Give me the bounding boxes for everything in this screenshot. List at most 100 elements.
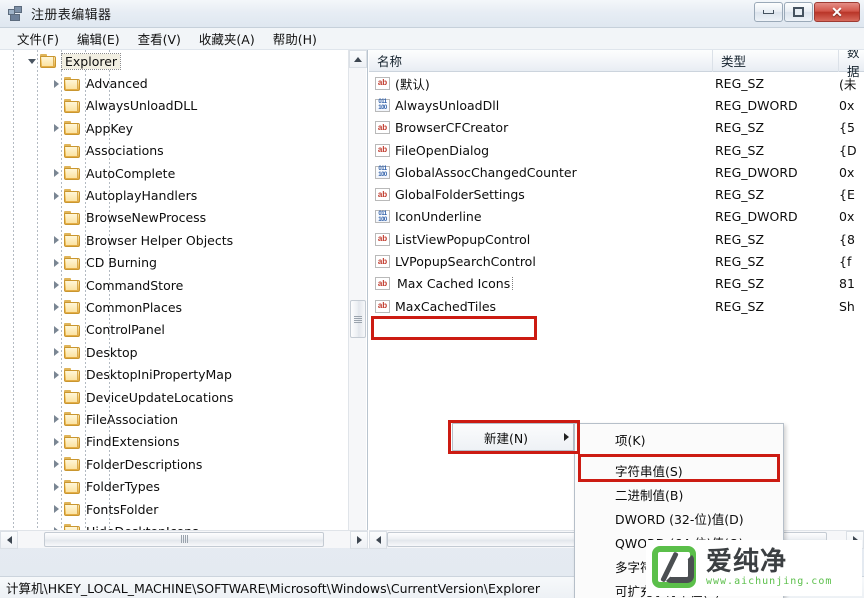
expander-closed-icon[interactable] [48, 120, 64, 136]
column-header-type[interactable]: 类型 [713, 50, 839, 72]
menu-favorites[interactable]: 收藏夹(A) [190, 27, 264, 50]
folder-icon [64, 166, 81, 181]
column-header-data[interactable]: 数据 [839, 50, 864, 79]
context-menu-item[interactable]: 项(K) [575, 427, 783, 451]
expander-closed-icon[interactable] [48, 76, 64, 92]
expander-closed-icon[interactable] [48, 165, 64, 181]
tree-item-label: FolderTypes [86, 479, 160, 495]
expander-closed-icon[interactable] [48, 277, 64, 293]
tree-item-deviceupdatelocations[interactable]: DeviceUpdateLocations [0, 386, 349, 408]
hscroll-track[interactable] [18, 531, 350, 549]
value-name-text: MaxCachedTiles [395, 298, 497, 314]
tree-item-cd-burning[interactable]: CD Burning [0, 252, 349, 274]
expander-closed-icon[interactable] [48, 322, 64, 338]
menu-edit[interactable]: 编辑(E) [68, 27, 129, 50]
tree-item-folderdescriptions[interactable]: FolderDescriptions [0, 453, 349, 475]
column-header-row: 名称 类型 数据 [369, 50, 864, 79]
tree-item-fontsfolder[interactable]: FontsFolder [0, 498, 349, 520]
expander-closed-icon[interactable] [48, 232, 64, 248]
hscroll-left-button[interactable] [0, 530, 18, 549]
tree-item-associations[interactable]: Associations [0, 140, 349, 162]
expander-closed-icon[interactable] [48, 344, 64, 360]
expander-none [48, 143, 64, 159]
tree-item-browsenewprocess[interactable]: BrowseNewProcess [0, 207, 349, 229]
close-button[interactable]: ✕ [814, 2, 860, 22]
tree-item-controlpanel[interactable]: ControlPanel [0, 319, 349, 341]
expander-open-icon[interactable] [24, 53, 40, 69]
folder-icon [64, 322, 81, 337]
context-menu-item[interactable]: 二进制值(B) [575, 482, 783, 506]
value-data-cell: Sh [839, 298, 855, 314]
table-row[interactable]: ab GlobalFolderSettings REG_SZ {E [369, 183, 864, 205]
menu-view[interactable]: 查看(V) [129, 27, 190, 50]
expander-closed-icon[interactable] [48, 479, 64, 495]
string-value-icon: ab [375, 277, 390, 291]
tree-vertical-scrollbar[interactable] [348, 50, 367, 548]
column-header-name[interactable]: 名称 [369, 50, 713, 72]
folder-icon [64, 457, 81, 472]
tree-item-appkey[interactable]: AppKey [0, 117, 349, 139]
value-type-cell: REG_DWORD [715, 209, 798, 225]
table-row[interactable]: 011 100 IconUnderline REG_DWORD 0x [369, 206, 864, 228]
maximize-button[interactable] [784, 2, 813, 22]
value-type-cell: REG_SZ [715, 142, 765, 158]
minimize-button[interactable] [754, 2, 783, 22]
tree-item-findextensions[interactable]: FindExtensions [0, 431, 349, 453]
tree-item-label: CD Burning [86, 255, 157, 271]
folder-icon [64, 412, 81, 427]
expander-closed-icon[interactable] [48, 188, 64, 204]
value-name-cell: GlobalFolderSettings [395, 187, 713, 202]
table-row[interactable]: ab (默认) REG_SZ (未 [369, 72, 864, 94]
table-row[interactable]: ab Max Cached Icons REG_SZ 81 [369, 273, 864, 295]
value-type-cell: REG_SZ [715, 75, 765, 91]
tree-item-alwaysunloaddll[interactable]: AlwaysUnloadDLL [0, 95, 349, 117]
tree-item-fileassociation[interactable]: FileAssociation [0, 408, 349, 430]
registry-tree-pane[interactable]: Explorer Advanced AlwaysUnloadDLL AppKey Ass… [0, 50, 368, 548]
tree-item-desktop[interactable]: Desktop [0, 341, 349, 363]
menu-help[interactable]: 帮助(H) [264, 27, 326, 50]
tree-item-advanced[interactable]: Advanced [0, 72, 349, 94]
expander-closed-icon[interactable] [48, 501, 64, 517]
scrollbar-thumb[interactable] [350, 300, 366, 338]
context-menu-item[interactable]: DWORD (32-位)值(D) [575, 506, 783, 530]
tree-item-commandstore[interactable]: CommandStore [0, 274, 349, 296]
expander-closed-icon[interactable] [48, 411, 64, 427]
tree-item-label: ControlPanel [86, 322, 165, 338]
menu-file[interactable]: 文件(F) [8, 27, 68, 50]
tree-item-autocomplete[interactable]: AutoComplete [0, 162, 349, 184]
context-menu-new-item[interactable]: 新建(N) [452, 423, 574, 451]
table-row[interactable]: 011 100 GlobalAssocChangedCounter REG_DWORD… [369, 161, 864, 183]
expander-closed-icon[interactable] [48, 299, 64, 315]
table-row[interactable]: ab BrowserCFCreator REG_SZ {5 [369, 117, 864, 139]
hscrollbar-thumb[interactable] [44, 531, 324, 547]
expander-closed-icon[interactable] [48, 367, 64, 383]
tree-item-commonplaces[interactable]: CommonPlaces [0, 296, 349, 318]
tree-item-explorer[interactable]: Explorer [0, 50, 349, 72]
tree-item-autoplayhandlers[interactable]: AutoplayHandlers [0, 184, 349, 206]
tree-item-desktopinipropertymap[interactable]: DesktopIniPropertyMap [0, 363, 349, 385]
window-controls: ✕ [753, 2, 860, 22]
scroll-up-button[interactable] [349, 50, 367, 68]
table-row[interactable]: 011 100 AlwaysUnloadDll REG_DWORD 0x [369, 94, 864, 116]
registry-tree-list[interactable]: Explorer Advanced AlwaysUnloadDLL AppKey Ass… [0, 50, 349, 548]
tree-horizontal-scrollbar[interactable] [0, 530, 368, 549]
value-name-text: IconUnderline [395, 209, 482, 225]
tree-item-foldertypes[interactable]: FolderTypes [0, 475, 349, 497]
tree-item-label: AutoComplete [86, 165, 176, 181]
hscroll-left-button[interactable] [369, 530, 387, 549]
registry-values-list[interactable]: ab (默认) REG_SZ (未 011 100 AlwaysUnloadDll REG_D… [369, 72, 864, 317]
table-row[interactable]: ab ListViewPopupControl REG_SZ {8 [369, 228, 864, 250]
expander-closed-icon[interactable] [48, 456, 64, 472]
value-data-cell: 0x [839, 97, 855, 113]
folder-icon [64, 434, 81, 449]
value-name-cell: LVPopupSearchControl [395, 254, 713, 269]
expander-closed-icon[interactable] [48, 434, 64, 450]
expander-closed-icon[interactable] [48, 255, 64, 271]
table-row[interactable]: ab MaxCachedTiles REG_SZ Sh [369, 295, 864, 317]
context-menu-item[interactable]: 字符串值(S) [575, 458, 783, 482]
table-row[interactable]: ab FileOpenDialog REG_SZ {D [369, 139, 864, 161]
hscroll-right-button[interactable] [350, 530, 368, 549]
value-name-cell: (默认) [395, 74, 713, 93]
table-row[interactable]: ab LVPopupSearchControl REG_SZ {f [369, 250, 864, 272]
tree-item-browser-helper-objects[interactable]: Browser Helper Objects [0, 229, 349, 251]
